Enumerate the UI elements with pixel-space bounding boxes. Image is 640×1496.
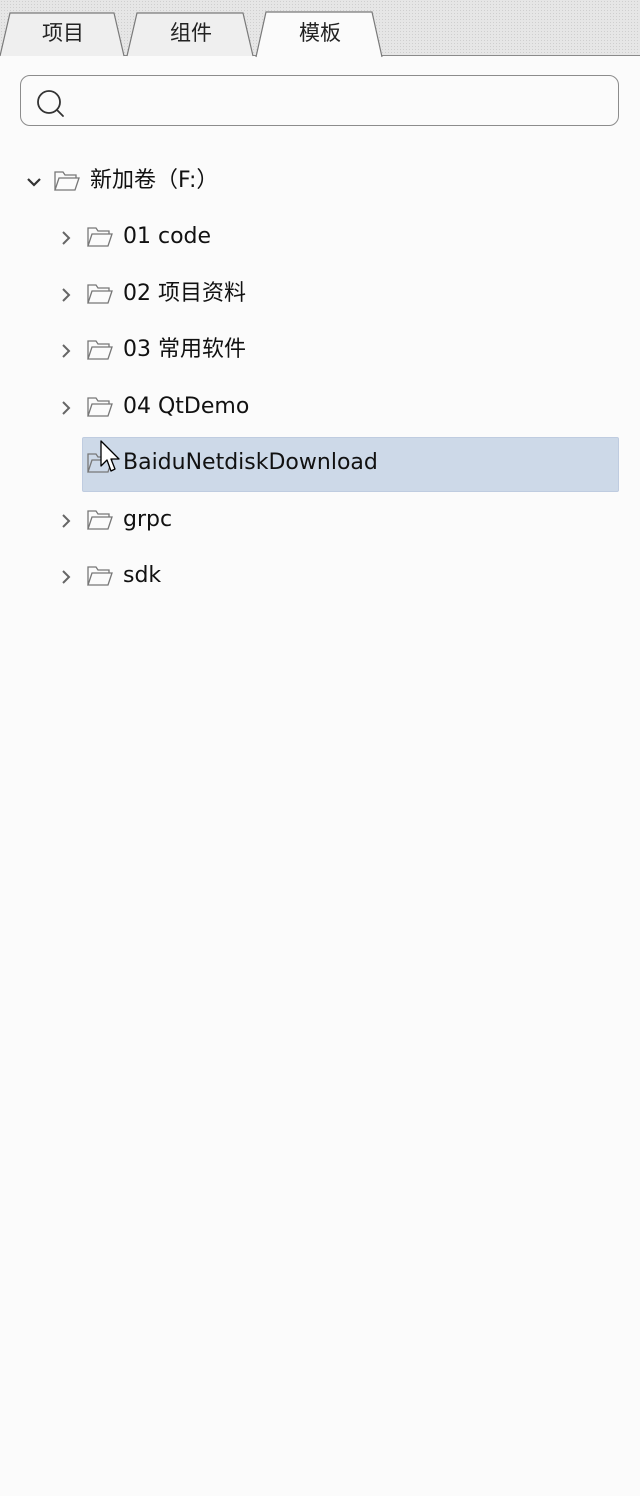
search-icon	[37, 90, 64, 117]
tree-item-03[interactable]: 03 常用软件	[0, 323, 640, 379]
folder-icon	[87, 566, 113, 586]
tree-item-label: grpc	[123, 507, 173, 532]
folder-icon	[87, 340, 113, 360]
tab-projects[interactable]: 项目	[0, 12, 126, 57]
search-box[interactable]	[20, 75, 619, 126]
chevron-down-icon[interactable]	[26, 177, 42, 189]
folder-icon	[87, 284, 113, 304]
mouse-pointer-icon	[100, 440, 120, 472]
chevron-right-icon[interactable]	[60, 513, 72, 529]
search-input[interactable]	[81, 84, 601, 116]
tree-item-01-code[interactable]: 01 code	[0, 210, 640, 266]
chevron-right-icon[interactable]	[60, 287, 72, 303]
tree-root[interactable]: 新加卷（F:）	[0, 154, 640, 210]
tree-item-label: 02 项目资料	[123, 281, 246, 306]
tab-templates-label: 模板	[299, 21, 341, 45]
tree-item-label: sdk	[123, 563, 162, 588]
tree-item-label: BaiduNetdiskDownload	[123, 450, 378, 475]
tree-item-label: 03 常用软件	[123, 337, 246, 362]
folder-icon	[87, 510, 113, 530]
tree-root-label: 新加卷（F:）	[90, 168, 219, 193]
tab-bar: 项目 组件 模板	[0, 0, 640, 58]
chevron-right-icon[interactable]	[60, 343, 72, 359]
tree-item-grpc[interactable]: grpc	[0, 493, 640, 549]
tree-item-sdk[interactable]: sdk	[0, 549, 640, 605]
tree-item-04-qtdemo[interactable]: 04 QtDemo	[0, 380, 640, 436]
tree-item-02[interactable]: 02 项目资料	[0, 267, 640, 323]
folder-icon	[87, 227, 113, 247]
chevron-right-icon[interactable]	[60, 230, 72, 246]
folder-icon	[54, 171, 80, 191]
chevron-right-icon[interactable]	[60, 400, 72, 416]
folder-icon	[87, 397, 113, 417]
tab-projects-label: 项目	[42, 21, 84, 45]
chevron-right-icon[interactable]	[60, 569, 72, 585]
tab-components[interactable]: 组件	[126, 12, 255, 57]
tree-item-label: 04 QtDemo	[123, 394, 250, 419]
tab-templates[interactable]: 模板	[255, 11, 384, 58]
tab-components-label: 组件	[170, 21, 212, 45]
tree-item-label: 01 code	[123, 224, 212, 249]
tree-item-baidunetdiskdownload[interactable]: BaiduNetdiskDownload	[0, 436, 640, 492]
